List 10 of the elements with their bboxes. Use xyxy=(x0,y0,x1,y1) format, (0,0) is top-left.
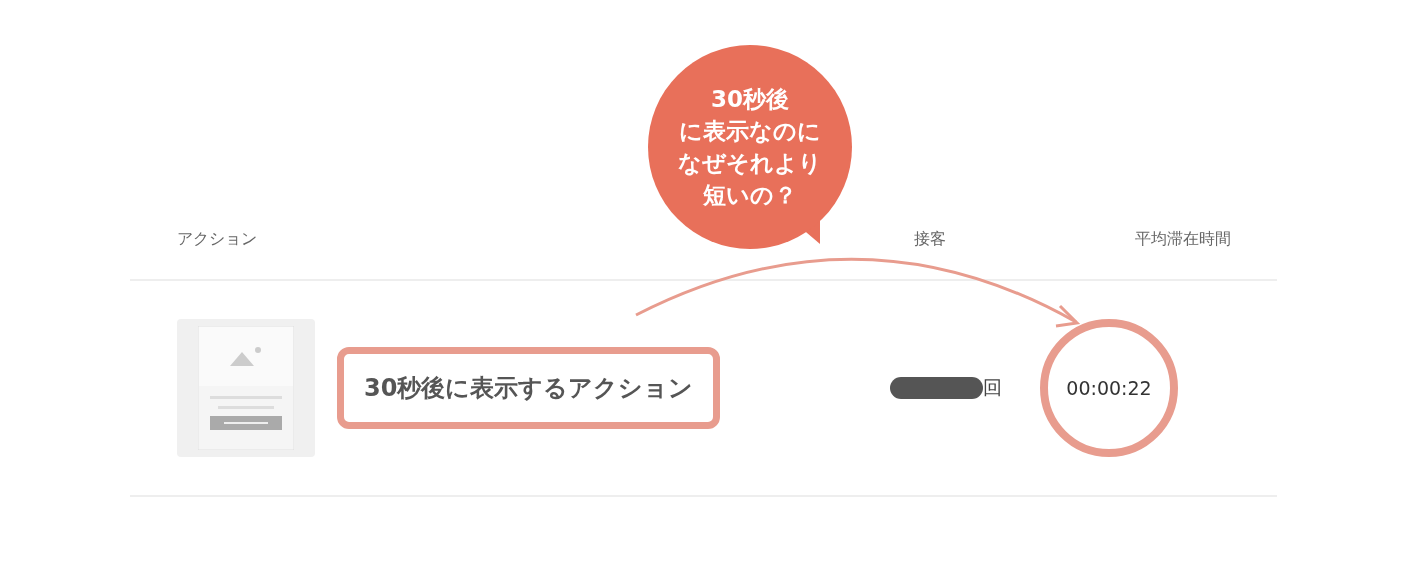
column-header: アクション xyxy=(176,229,258,250)
count-unit: 回 xyxy=(983,375,1002,400)
column-header: 平均滞在時間 xyxy=(1134,229,1232,250)
callout-text: なぜそれより xyxy=(678,149,822,178)
callout-text: に表示なのに xyxy=(679,116,821,146)
action-title: 30秒後に表示するアクション xyxy=(337,347,721,429)
callout-text: 30秒後 xyxy=(711,84,789,114)
callout-text: 短いの？ xyxy=(703,181,797,211)
average-time: 00:00:22 xyxy=(1040,319,1178,457)
column-header: 接客 xyxy=(913,229,947,250)
